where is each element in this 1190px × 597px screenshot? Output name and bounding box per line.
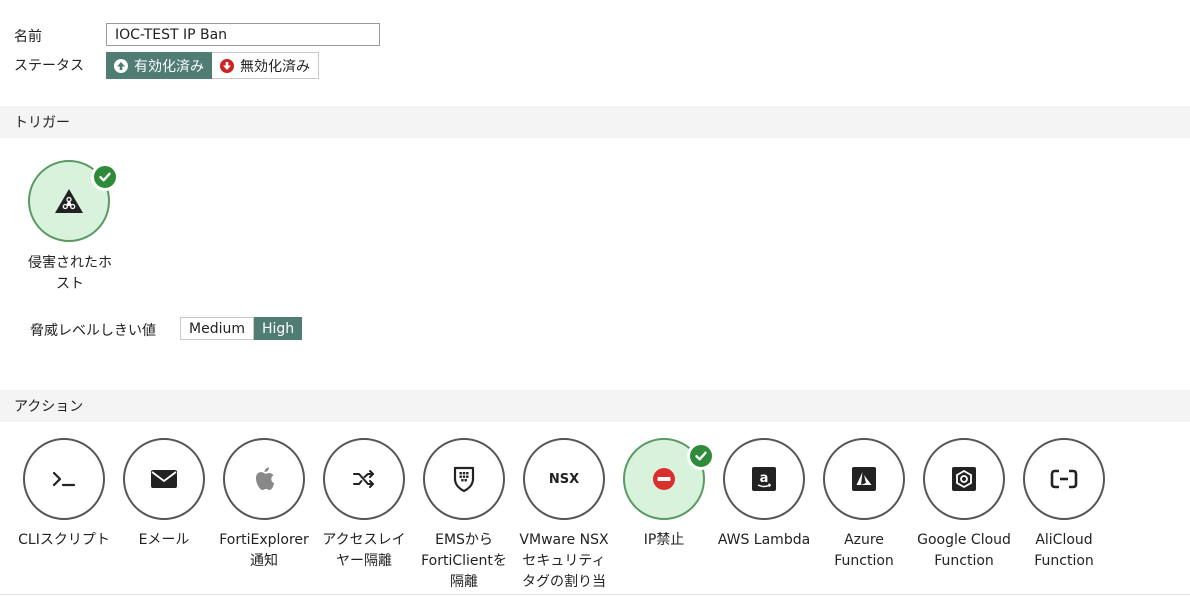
biohazard-icon [55, 189, 83, 213]
status-toggle: 有効化済み 無効化済み [106, 52, 319, 79]
action-fortiexplorer-label-line: FortiExplorer [219, 532, 309, 548]
bottom-divider [0, 594, 1190, 595]
action-access-layer-quarantine-label: アクセスレイ ヤー隔離 [314, 530, 414, 572]
trigger-label: 侵害されたホ スト [14, 253, 126, 295]
threshold-high-button[interactable]: High [253, 317, 303, 340]
action-ip-ban-label-line: IP禁止 [643, 532, 685, 548]
action-access-layer-quarantine-label-line: ヤー隔離 [336, 553, 392, 569]
trigger-label-line2: スト [56, 276, 84, 292]
action-google-cloud-function-button[interactable] [923, 438, 1005, 520]
google-cloud-icon [951, 466, 977, 492]
action-google-cloud-function-label: Google Cloud Function [914, 530, 1014, 572]
threshold-label: 脅威レベルしきい値 [30, 323, 156, 339]
status-disabled-label: 無効化済み [240, 58, 310, 75]
svg-text:a: a [760, 471, 769, 486]
trigger-check-icon [91, 163, 119, 191]
action-cli-script-label: CLIスクリプト [14, 530, 114, 551]
action-aws-lambda-button[interactable]: a [723, 438, 805, 520]
action-cli-script-button[interactable] [23, 438, 105, 520]
action-fortiexplorer-label-line: 通知 [250, 553, 278, 569]
action-email-button[interactable] [123, 438, 205, 520]
action-vmware-nsx-button[interactable]: NSX [523, 438, 605, 520]
azure-icon [851, 466, 877, 492]
action-azure-function-label: Azure Function [814, 530, 914, 572]
action-ip-ban-label: IP禁止 [614, 530, 714, 551]
action-azure-function-button[interactable] [823, 438, 905, 520]
action-check-icon [687, 442, 715, 470]
name-input[interactable] [106, 23, 380, 46]
trigger-label-line1: 侵害されたホ [28, 255, 112, 271]
action-google-cloud-function-label-line: Google Cloud [917, 532, 1011, 548]
name-label: 名前 [14, 29, 42, 45]
action-fortiexplorer-button[interactable] [223, 438, 305, 520]
action-email-label: Eメール [114, 530, 214, 551]
action-ems-quarantine-label: EMSから FortiClientを 隔離 [414, 530, 514, 593]
status-disabled-button[interactable]: 無効化済み [212, 52, 319, 79]
terminal-icon [50, 469, 78, 489]
threshold-medium-button[interactable]: Medium [180, 317, 254, 340]
shuffle-icon [351, 468, 377, 490]
action-ems-quarantine-button[interactable] [423, 438, 505, 520]
arrow-down-icon [220, 58, 234, 73]
action-access-layer-quarantine-button[interactable] [323, 438, 405, 520]
status-label: ステータス [14, 58, 84, 74]
threshold-selector: Medium High [180, 317, 303, 340]
action-alicloud-function-label: AliCloud Function [1014, 530, 1114, 572]
action-alicloud-function-label-line: AliCloud [1035, 532, 1093, 548]
action-ems-quarantine-label-line: 隔離 [450, 574, 478, 590]
action-vmware-nsx-label: VMware NSX セキュリティ タグの割り当 [514, 530, 614, 593]
aws-icon: a [751, 466, 777, 492]
action-aws-lambda-label-line: AWS Lambda [717, 532, 811, 548]
action-section-title: アクション [14, 399, 84, 415]
action-email-label-line: Eメール [138, 532, 190, 548]
action-azure-function-label-line: Azure [844, 532, 884, 548]
action-google-cloud-function-label-line: Function [934, 553, 994, 569]
action-vmware-nsx-label-line: タグの割り当 [522, 574, 606, 590]
action-ems-quarantine-label-line: EMSから [435, 532, 493, 548]
shield-icon [452, 465, 476, 493]
trigger-section-header: トリガー [0, 106, 1190, 138]
action-alicloud-function-label-line: Function [1034, 553, 1094, 569]
apple-icon [252, 466, 276, 492]
action-azure-function-label-line: Function [834, 553, 894, 569]
status-enabled-button[interactable]: 有効化済み [106, 52, 212, 79]
nsx-icon: NSX [548, 471, 580, 487]
alicloud-icon [1050, 468, 1078, 490]
action-cli-script-label-line: CLIスクリプト [18, 532, 110, 548]
action-access-layer-quarantine-label-line: アクセスレイ [322, 532, 406, 548]
status-enabled-label: 有効化済み [134, 58, 204, 75]
action-section-header: アクション [0, 390, 1190, 422]
action-vmware-nsx-label-line: VMware NSX [519, 532, 609, 548]
action-aws-lambda-label: AWS Lambda [714, 530, 814, 551]
ban-icon [651, 466, 677, 492]
action-fortiexplorer-label: FortiExplorer 通知 [214, 530, 314, 572]
action-vmware-nsx-label-line: セキュリティ [522, 553, 606, 569]
action-ems-quarantine-label-line: FortiClientを [421, 553, 507, 569]
envelope-icon [150, 469, 178, 489]
arrow-up-icon [114, 58, 128, 73]
action-alicloud-function-button[interactable] [1023, 438, 1105, 520]
trigger-section-title: トリガー [14, 115, 70, 131]
